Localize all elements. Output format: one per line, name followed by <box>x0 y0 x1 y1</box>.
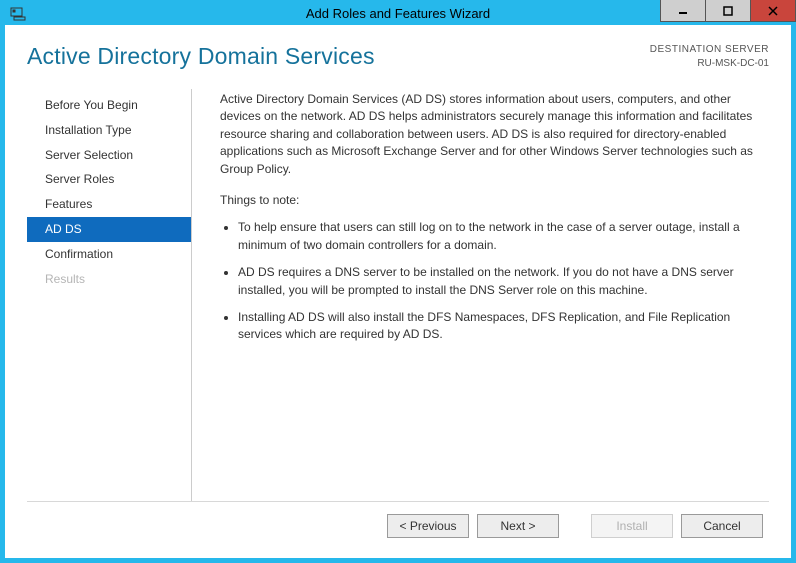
content-area: Active Directory Domain Services DESTINA… <box>5 25 791 558</box>
step-ad-ds[interactable]: AD DS <box>27 217 191 242</box>
destination-label: DESTINATION SERVER <box>650 43 769 57</box>
install-button: Install <box>591 514 673 538</box>
step-results: Results <box>27 267 191 292</box>
page-title: Active Directory Domain Services <box>27 43 375 70</box>
step-installation-type[interactable]: Installation Type <box>27 118 191 143</box>
step-features[interactable]: Features <box>27 192 191 217</box>
wizard-window: Add Roles and Features Wizard Active Dir… <box>0 0 796 563</box>
maximize-button[interactable] <box>705 0 751 22</box>
step-before-you-begin[interactable]: Before You Begin <box>27 93 191 118</box>
main-panel: Active Directory Domain Services (AD DS)… <box>192 89 769 501</box>
body-row: Before You Begin Installation Type Serve… <box>27 89 769 501</box>
minimize-button[interactable] <box>660 0 706 22</box>
cancel-button[interactable]: Cancel <box>681 514 763 538</box>
previous-button[interactable]: < Previous <box>387 514 469 538</box>
close-button[interactable] <box>750 0 796 22</box>
step-confirmation[interactable]: Confirmation <box>27 242 191 267</box>
note-item: AD DS requires a DNS server to be instal… <box>238 264 767 299</box>
header-row: Active Directory Domain Services DESTINA… <box>27 43 769 71</box>
destination-value: RU-MSK-DC-01 <box>650 57 769 71</box>
button-gap <box>567 514 583 538</box>
next-button[interactable]: Next > <box>477 514 559 538</box>
destination-server-box: DESTINATION SERVER RU-MSK-DC-01 <box>650 43 769 71</box>
step-server-selection[interactable]: Server Selection <box>27 143 191 168</box>
titlebar[interactable]: Add Roles and Features Wizard <box>0 0 796 25</box>
footer-buttons: < Previous Next > Install Cancel <box>27 501 769 548</box>
server-manager-icon <box>8 4 28 24</box>
window-title: Add Roles and Features Wizard <box>306 6 490 21</box>
wizard-steps-sidebar: Before You Begin Installation Type Serve… <box>27 89 192 501</box>
note-item: Installing AD DS will also install the D… <box>238 309 767 344</box>
notes-list: To help ensure that users can still log … <box>220 219 767 343</box>
note-item: To help ensure that users can still log … <box>238 219 767 254</box>
step-server-roles[interactable]: Server Roles <box>27 167 191 192</box>
intro-paragraph: Active Directory Domain Services (AD DS)… <box>220 91 767 178</box>
notes-heading: Things to note: <box>220 192 767 209</box>
window-buttons <box>661 0 796 22</box>
